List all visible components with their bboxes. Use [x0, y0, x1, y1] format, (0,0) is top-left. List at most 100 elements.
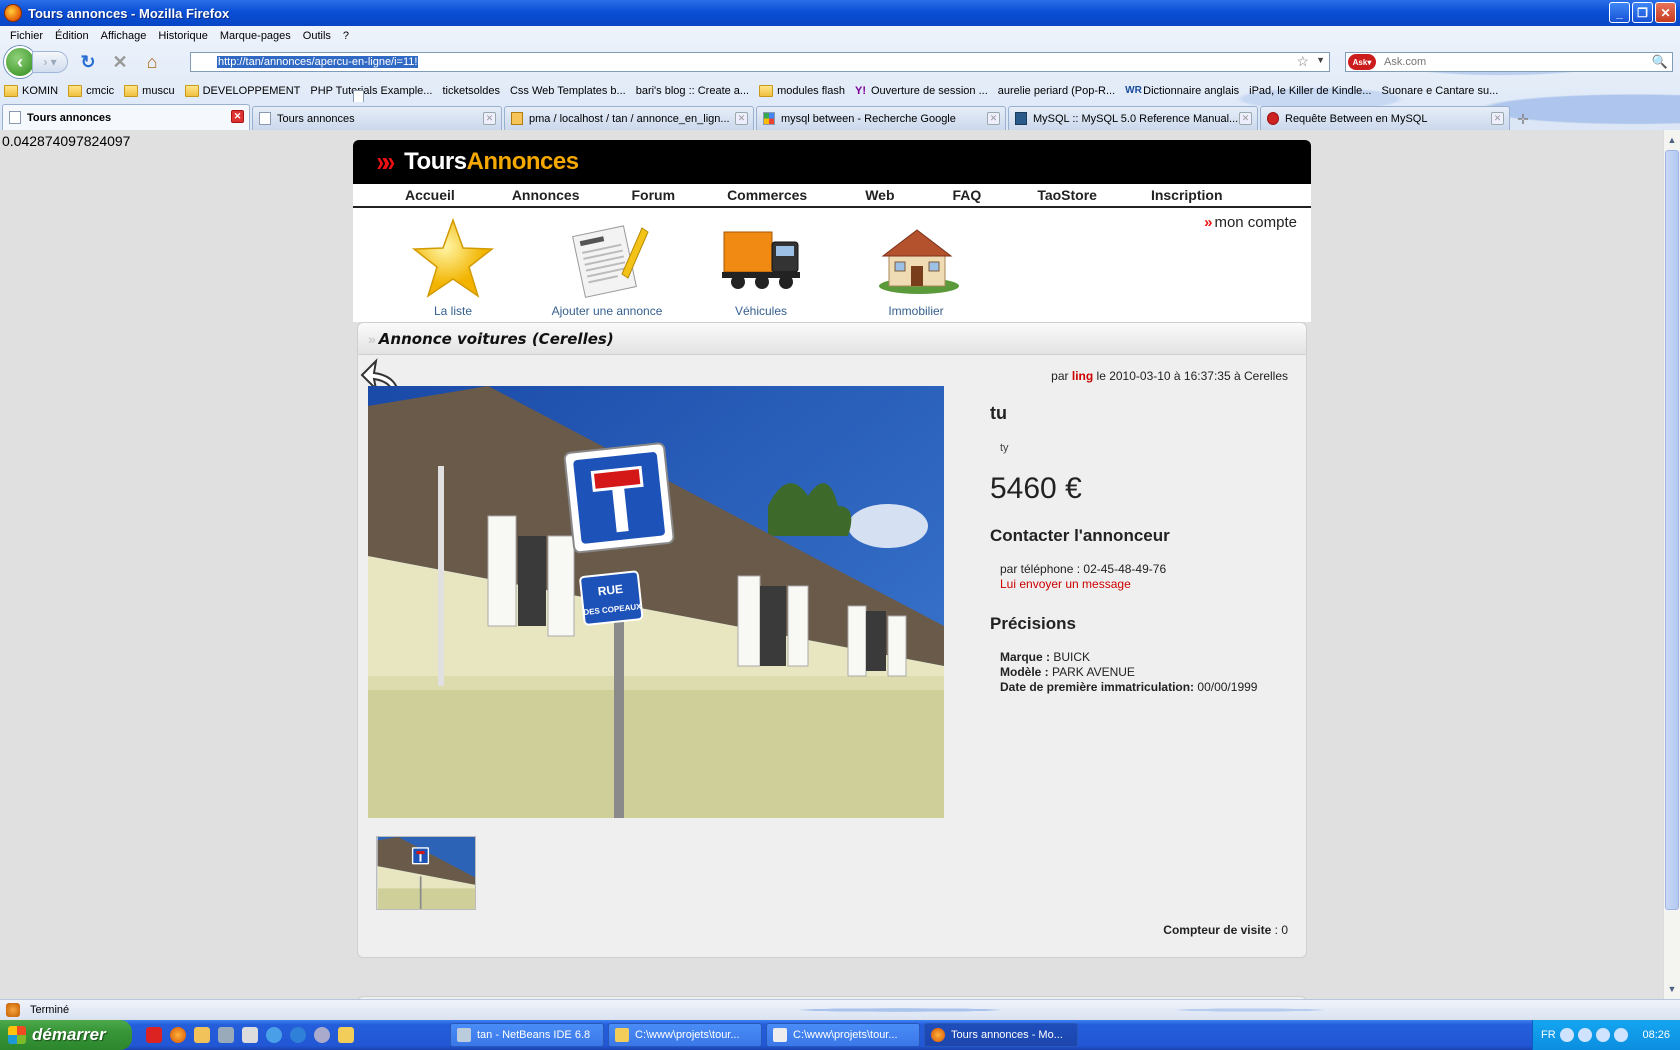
bookmark-item[interactable]: muscu — [124, 85, 175, 97]
close-tab-icon[interactable]: ✕ — [483, 112, 496, 125]
star-icon[interactable] — [410, 216, 496, 302]
house-icon[interactable] — [873, 216, 959, 302]
language-indicator[interactable]: FR — [1541, 1029, 1556, 1041]
bookmark-item[interactable]: ticketsoldes — [353, 85, 500, 102]
nav-accueil[interactable]: Accueil — [405, 187, 455, 203]
terminal-icon[interactable] — [242, 1027, 258, 1043]
menu-help[interactable]: ? — [337, 30, 355, 42]
minimize-button[interactable]: _ — [1609, 2, 1630, 23]
firefox-icon[interactable] — [170, 1027, 186, 1043]
bookmark-item[interactable]: KOMIN — [4, 85, 58, 97]
logo-text-annonces[interactable]: Annonces — [467, 148, 580, 176]
search-icon[interactable]: 🔍 — [1652, 54, 1668, 70]
close-tab-icon[interactable]: ✕ — [1491, 112, 1504, 125]
tray-back-icon[interactable] — [1559, 1028, 1574, 1042]
category-label[interactable]: Véhicules — [701, 304, 821, 318]
category-la-liste[interactable]: La liste — [393, 216, 513, 318]
new-tab-button[interactable]: ✛ — [1512, 108, 1534, 130]
bookmark-item[interactable]: aurelie periard (Pop-R... — [353, 85, 1115, 102]
close-tab-icon[interactable]: ✕ — [231, 110, 244, 123]
nav-faq[interactable]: FAQ — [953, 187, 982, 203]
category-label[interactable]: Immobilier — [856, 304, 976, 318]
url-text[interactable]: http://tan/annonces/apercu-en-ligne/i=11… — [217, 56, 419, 68]
bookmark-item[interactable]: WR Dictionnaire anglais — [1125, 85, 1239, 97]
bookmark-item[interactable]: iPad, le Killer de Kindle... — [353, 85, 1371, 102]
search-input[interactable] — [1384, 56, 1634, 68]
volume-icon[interactable] — [1595, 1028, 1610, 1042]
ad-photo-thumbnail[interactable] — [376, 836, 476, 910]
task-button[interactable]: tan - NetBeans IDE 6.8 — [450, 1023, 604, 1047]
close-tab-icon[interactable]: ✕ — [987, 112, 1000, 125]
bookmark-star-icon[interactable]: ☆ — [1296, 53, 1309, 70]
security-icon[interactable] — [1613, 1028, 1628, 1042]
forward-button[interactable]: › ▾ — [32, 51, 68, 73]
search-box[interactable]: Ask▾ 🔍 — [1345, 52, 1673, 72]
ad-author-link[interactable]: ling — [1072, 369, 1093, 383]
menu-marque-pages[interactable]: Marque-pages — [214, 30, 297, 42]
nav-forum[interactable]: Forum — [632, 187, 676, 203]
close-window-button[interactable]: ✕ — [1655, 2, 1676, 23]
start-button[interactable]: démarrer — [0, 1020, 132, 1050]
tab[interactable]: pma / localhost / tan / annonce_en_lign.… — [504, 106, 754, 130]
maximize-button[interactable]: ❐ — [1632, 2, 1653, 23]
quick-launch — [146, 1027, 354, 1043]
bookmark-item[interactable]: cmcic — [68, 85, 114, 97]
tab[interactable]: mysql between - Recherche Google ✕ — [756, 106, 1006, 130]
bookmark-item[interactable]: bari's blog :: Create a... — [353, 85, 749, 102]
tab[interactable]: MySQL :: MySQL 5.0 Reference Manual... ✕ — [1008, 106, 1258, 130]
send-message-link[interactable]: Lui envoyer un message — [1000, 577, 1290, 592]
close-tab-icon[interactable]: ✕ — [735, 112, 748, 125]
network-icon[interactable] — [1577, 1028, 1592, 1042]
menu-historique[interactable]: Historique — [152, 30, 214, 42]
task-button[interactable]: C:\www\projets\tour... — [608, 1023, 762, 1047]
bookmark-item[interactable]: Y! Ouverture de session ... — [855, 85, 988, 97]
nav-taostore[interactable]: TaoStore — [1037, 187, 1097, 203]
close-tab-icon[interactable]: ✕ — [1239, 112, 1252, 125]
task-button[interactable]: Tours annonces - Mo... — [924, 1023, 1078, 1047]
url-bar[interactable]: http://tan/annonces/apercu-en-ligne/i=11… — [190, 52, 1330, 72]
tab[interactable]: Tours annonces ✕ — [2, 104, 250, 130]
category-vehicules[interactable]: Véhicules — [701, 216, 821, 318]
ie-alt-icon[interactable] — [290, 1027, 306, 1043]
mon-compte-link[interactable]: » mon compte — [1204, 214, 1297, 231]
bookmark-item[interactable]: Suonare e Cantare su... — [353, 85, 1498, 102]
scroll-thumb[interactable] — [1665, 150, 1679, 910]
category-immobilier[interactable]: Immobilier — [856, 216, 976, 318]
bookmark-item[interactable]: DEVELOPPEMENT — [184, 85, 300, 97]
reload-icon[interactable]: ↻ — [76, 50, 100, 74]
category-ajouter-annonce[interactable]: Ajouter une annonce — [547, 216, 667, 318]
ask-engine-icon[interactable]: Ask▾ — [1348, 54, 1376, 70]
scroll-down-icon[interactable]: ▼ — [1664, 981, 1680, 997]
home-icon[interactable]: ⌂ — [140, 50, 164, 74]
tab[interactable]: Tours annonces ✕ — [252, 106, 502, 130]
nav-inscription[interactable]: Inscription — [1151, 187, 1223, 203]
ie-icon[interactable] — [266, 1027, 282, 1043]
bookmark-item[interactable]: modules flash — [759, 85, 845, 97]
category-label[interactable]: La liste — [393, 304, 513, 318]
menu-outils[interactable]: Outils — [297, 30, 337, 42]
nav-annonces[interactable]: Annonces — [512, 187, 580, 203]
ad-photo[interactable]: RUE DES COPEAUX — [368, 386, 944, 818]
task-button[interactable]: C:\www\projets\tour... — [766, 1023, 920, 1047]
opera-icon[interactable] — [146, 1027, 162, 1043]
bookmark-item[interactable]: Css Web Templates b... — [353, 85, 626, 102]
menu-affichage[interactable]: Affichage — [95, 30, 153, 42]
url-dropdown-icon[interactable]: ▼ — [1316, 55, 1325, 65]
scroll-up-icon[interactable]: ▲ — [1664, 132, 1680, 148]
category-label[interactable]: Ajouter une annonce — [547, 304, 667, 318]
menu-fichier[interactable]: Fichier — [4, 30, 49, 42]
blog-pen-icon[interactable] — [564, 216, 650, 302]
nav-web[interactable]: Web — [865, 187, 894, 203]
tool-icon[interactable] — [218, 1027, 234, 1043]
menu-edition[interactable]: Édition — [49, 30, 95, 42]
vertical-scrollbar[interactable]: ▲ ▼ — [1663, 130, 1680, 999]
folder-icon[interactable] — [338, 1027, 354, 1043]
nav-commerces[interactable]: Commerces — [727, 187, 807, 203]
truck-icon[interactable] — [718, 216, 804, 302]
user-icon[interactable] — [194, 1027, 210, 1043]
tab[interactable]: Requête Between en MySQL ✕ — [1260, 106, 1510, 130]
globe-icon[interactable] — [314, 1027, 330, 1043]
bookmark-item[interactable]: PHP Tutorials Example... — [310, 85, 432, 102]
stop-icon[interactable]: ✕ — [108, 50, 132, 74]
logo-text-tours[interactable]: Tours — [404, 148, 467, 176]
